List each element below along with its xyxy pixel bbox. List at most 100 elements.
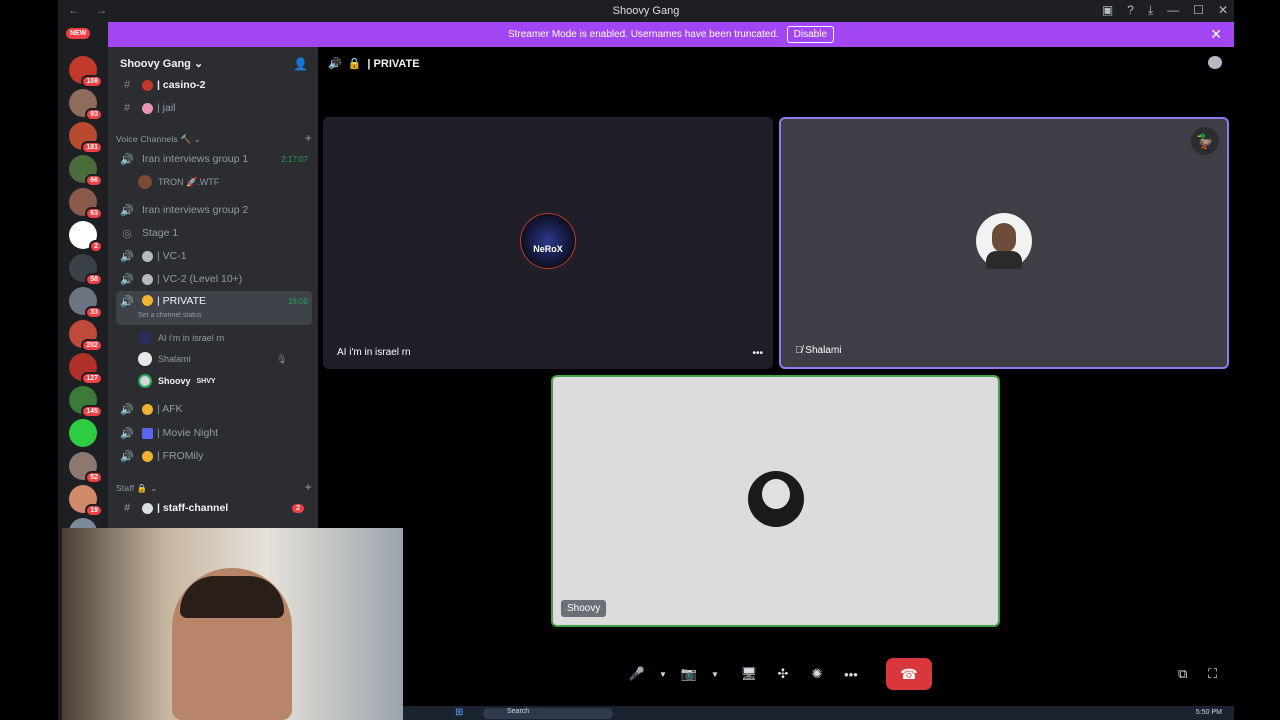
- channel-casino-2[interactable]: # | casino-2: [116, 75, 312, 95]
- sleep-emoji-icon: [142, 403, 153, 415]
- participant-tile[interactable]: NeRoX AI i'm in israel rn •••: [323, 117, 773, 369]
- windows-start-icon[interactable]: ⊞: [455, 707, 463, 718]
- server-icon[interactable]: 63: [69, 188, 103, 220]
- voice-channel-fromily[interactable]: 🔊 | FROMily: [116, 446, 312, 466]
- more-icon[interactable]: •••: [836, 658, 866, 690]
- add-channel-icon[interactable]: +: [305, 131, 312, 145]
- voice-channel-vc1[interactable]: 🔊 | VC-1: [116, 246, 312, 266]
- cherry-emoji-icon: [142, 79, 153, 91]
- close-banner-icon[interactable]: ✕: [1210, 26, 1222, 43]
- download-icon[interactable]: ⤓: [1148, 3, 1153, 18]
- server-notification-badge: 52: [85, 471, 103, 484]
- stage-channel[interactable]: ◎ Stage 1: [116, 223, 312, 243]
- server-icon[interactable]: 33: [69, 287, 103, 319]
- participant-name: Shoovy: [561, 600, 607, 617]
- server-icon[interactable]: 145: [69, 386, 103, 418]
- server-icon[interactable]: 58: [69, 254, 103, 286]
- voice-category[interactable]: Voice Channels 🔨 ⌄ +: [116, 131, 312, 145]
- server-notification-badge: 145: [81, 405, 103, 418]
- call-controls: 🎤 ▼ 📷 ▼ 🖥 ✣ ✺ ••• ☎: [622, 658, 932, 690]
- speaker-emoji-icon: [142, 250, 153, 262]
- inbox-icon[interactable]: ▣: [1102, 3, 1113, 18]
- server-icon[interactable]: 66: [69, 155, 103, 187]
- channel-label: | AFK: [157, 403, 183, 415]
- speaker-icon: 🔊: [328, 58, 342, 70]
- channel-staff[interactable]: # | staff-channel 2: [116, 498, 312, 518]
- server-icon[interactable]: 202: [69, 320, 103, 352]
- minimize-button[interactable]: —: [1167, 3, 1179, 18]
- pig-emoji-icon: [142, 102, 153, 114]
- voice-member[interactable]: Shalami 🎙: [138, 352, 287, 366]
- more-options-icon[interactable]: •••: [752, 348, 763, 359]
- server-name: Shoovy Gang: [120, 58, 191, 70]
- member-name: TRON 🚀.WTF: [158, 176, 220, 187]
- server-icon[interactable]: 181: [69, 122, 103, 154]
- screen-share-icon[interactable]: 🖥: [734, 658, 764, 690]
- speaker-icon: 🔊: [120, 427, 134, 440]
- voice-channel-group1[interactable]: 🔊 Iran interviews group 1 2:17:07: [116, 149, 312, 169]
- channel-label: | PRIVATE: [157, 295, 207, 307]
- speaker-icon: 🔊: [120, 153, 134, 166]
- member-name: Shoovy: [158, 376, 191, 386]
- fullscreen-icon[interactable]: ⛶: [1208, 666, 1217, 682]
- microphone-icon[interactable]: 🎤: [622, 658, 652, 690]
- speaker-icon: 🔊: [120, 403, 134, 416]
- server-icon[interactable]: 2: [69, 221, 103, 253]
- taskbar: ⊞ Search 5:50 PM: [403, 706, 1234, 720]
- server-icon[interactable]: 19: [69, 485, 103, 517]
- voice-call-area: 🔊 🔒 | PRIVATE NeRoX AI i'm in israel rn …: [318, 47, 1234, 720]
- voice-member[interactable]: TRON 🚀.WTF: [138, 175, 219, 189]
- speech-emoji-icon: [142, 502, 153, 514]
- disable-button[interactable]: Disable: [786, 26, 835, 43]
- server-icon[interactable]: 52: [69, 452, 103, 484]
- participant-name: AI i'm in israel rn: [337, 347, 411, 358]
- soundboard-icon[interactable]: ✺: [802, 658, 832, 690]
- channel-status[interactable]: Set a channel status: [138, 312, 201, 319]
- invite-people-icon[interactable]: 👤: [293, 57, 308, 71]
- avatar-text: NeRoX: [533, 244, 563, 254]
- voice-channel-vc2[interactable]: 🔊 | VC-2 (Level 10+): [116, 269, 312, 289]
- disconnect-button[interactable]: ☎: [886, 658, 932, 690]
- voice-channel-group2[interactable]: 🔊 Iran interviews group 2: [116, 200, 312, 220]
- voice-channel-private[interactable]: 🔊 | PRIVATE 16:00 Set a channel status: [116, 291, 312, 325]
- hashtag-icon: #: [123, 502, 131, 514]
- participant-name: 🎙̸ Shalami: [795, 345, 842, 356]
- server-notification-badge: 127: [81, 372, 103, 385]
- server-icon[interactable]: 127: [69, 353, 103, 385]
- chat-icon[interactable]: [1208, 56, 1222, 69]
- voice-member[interactable]: AI i'm in israel rn: [138, 331, 224, 345]
- server-notification-badge: 58: [85, 273, 103, 286]
- voice-member[interactable]: Shoovy SHVY: [138, 374, 216, 388]
- channel-label: | jail: [157, 102, 176, 114]
- muted-mic-icon: 🎙̸: [795, 345, 806, 356]
- participant-tile[interactable]: 🎙̸ Shalami 🦆: [779, 117, 1229, 369]
- server-notification-badge: 181: [81, 141, 103, 154]
- activities-icon[interactable]: ✣: [768, 658, 798, 690]
- taskbar-search[interactable]: Search: [483, 708, 613, 719]
- popout-icon[interactable]: ⧉: [1178, 666, 1187, 682]
- speaker-emoji-icon: [142, 273, 153, 285]
- channel-label: | casino-2: [157, 79, 206, 91]
- webcam-overlay: [62, 528, 403, 720]
- server-icon[interactable]: 108: [69, 56, 103, 88]
- maximize-button[interactable]: ☐: [1193, 3, 1204, 18]
- speaker-icon: 🔊: [120, 273, 134, 286]
- add-channel-icon[interactable]: +: [305, 480, 312, 494]
- server-notification-badge: 33: [85, 306, 103, 319]
- avatar: [138, 175, 152, 189]
- voice-channel-afk[interactable]: 🔊 | AFK: [116, 399, 312, 419]
- help-icon[interactable]: ?: [1127, 3, 1134, 18]
- close-window-button[interactable]: ✕: [1218, 3, 1228, 18]
- chevron-down-icon[interactable]: ▼: [708, 658, 722, 690]
- camera-off-icon[interactable]: 📷: [674, 658, 704, 690]
- staff-category[interactable]: Staff 🔒 ⌄ +: [116, 480, 312, 494]
- participant-tile-speaking[interactable]: Shoovy: [551, 375, 1000, 627]
- server-icon[interactable]: 93: [69, 89, 103, 121]
- bell-emoji-icon: [142, 450, 153, 462]
- chevron-down-icon[interactable]: ▼: [656, 658, 670, 690]
- server-icon[interactable]: [69, 419, 97, 447]
- channel-jail[interactable]: # | jail: [116, 98, 312, 118]
- voice-channel-movie-night[interactable]: 🔊 | Movie Night: [116, 423, 312, 443]
- duck-icon: 🦆: [1191, 127, 1219, 155]
- channel-label: | Movie Night: [157, 427, 219, 439]
